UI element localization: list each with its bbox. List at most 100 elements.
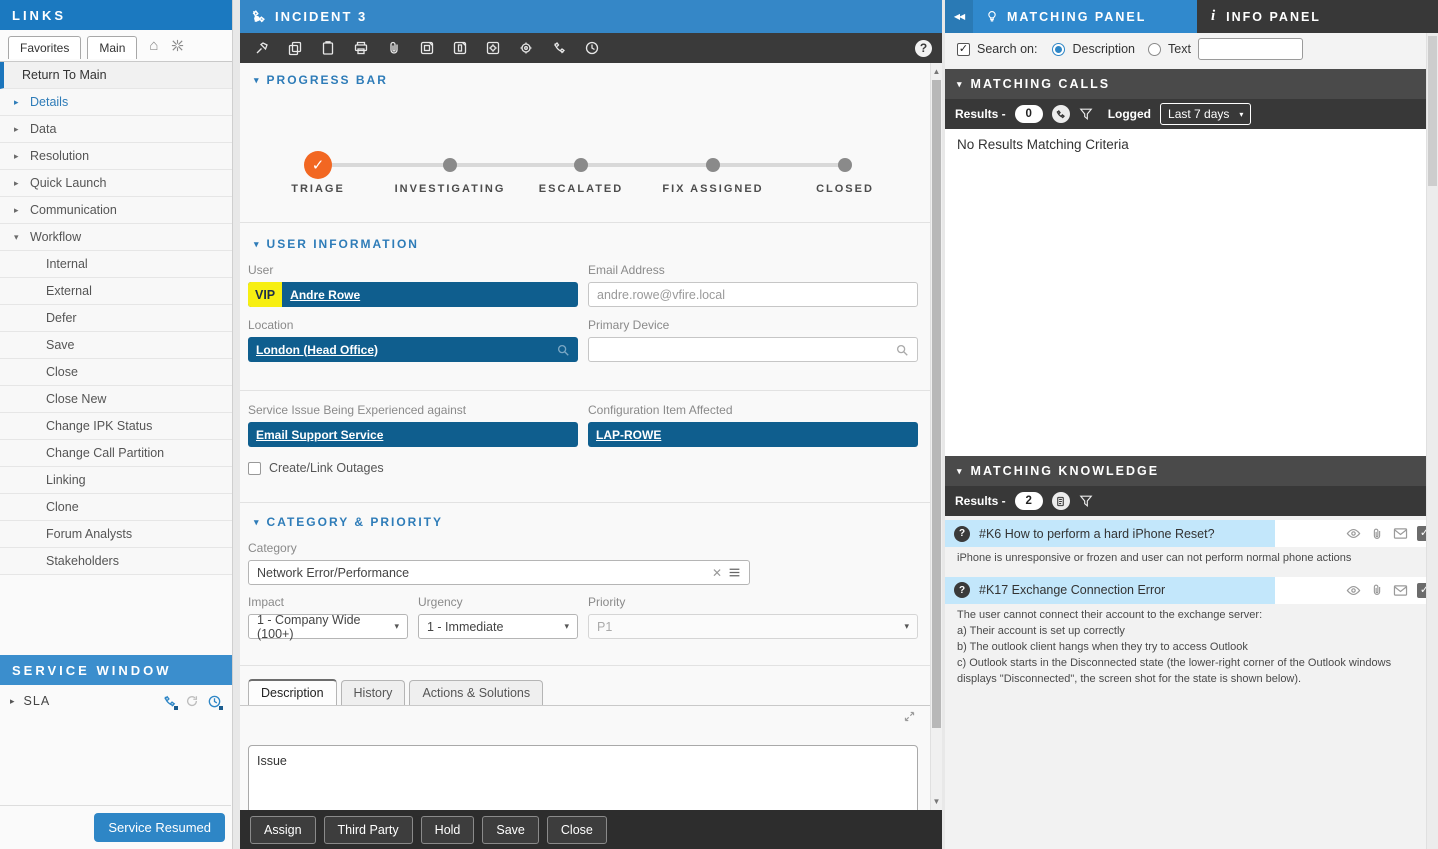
scrollbar-thumb[interactable] (932, 80, 941, 728)
sidebar-item-clone[interactable]: Clone (0, 494, 232, 521)
location-link[interactable]: London (Head Office) (256, 343, 378, 357)
config-item-field[interactable]: LAP-ROWE (588, 422, 918, 447)
tab-actions-solutions[interactable]: Actions & Solutions (409, 680, 543, 705)
user-link[interactable]: Andre Rowe (290, 288, 360, 302)
save-button[interactable]: Save (482, 816, 539, 844)
tab-info-panel[interactable]: i INFO PANEL (1197, 0, 1438, 33)
sidebar-item-close-new[interactable]: Close New (0, 386, 232, 413)
sidebar-item-resolution[interactable]: ▸Resolution (0, 143, 232, 170)
sidebar-item-quick-launch[interactable]: ▸Quick Launch (0, 170, 232, 197)
help-icon[interactable]: ? (915, 40, 932, 57)
search-icon[interactable] (895, 343, 909, 357)
eye-icon[interactable] (1346, 526, 1361, 541)
email-field[interactable] (588, 282, 918, 307)
knowledge-title[interactable]: #K17 Exchange Connection Error (979, 583, 1165, 597)
phone-icon[interactable] (162, 694, 177, 709)
sidebar-item-close[interactable]: Close (0, 359, 232, 386)
clipboard-icon[interactable] (316, 36, 340, 60)
description-textarea[interactable]: Issue (248, 745, 918, 810)
user-field[interactable]: VIP Andre Rowe (248, 282, 578, 307)
clock-icon[interactable] (207, 694, 222, 709)
sidebar-item-data[interactable]: ▸Data (0, 116, 232, 143)
service-issue-field[interactable]: Email Support Service (248, 422, 578, 447)
phone-link-icon[interactable] (547, 36, 571, 60)
sidebar-item-internal[interactable]: Internal (0, 251, 232, 278)
primary-device-field[interactable] (588, 337, 918, 362)
filter-icon[interactable] (1079, 107, 1093, 121)
copy-icon[interactable] (283, 36, 307, 60)
category-section-header[interactable]: ▾ CATEGORY & PRIORITY (240, 503, 930, 541)
eye-icon[interactable] (1346, 583, 1361, 598)
impact-select[interactable]: 1 - Company Wide (100+) ▾ (248, 614, 408, 639)
logged-select[interactable]: Last 7 days ▾ (1160, 103, 1251, 125)
sidebar-item-change-ipk-status[interactable]: Change IPK Status (0, 413, 232, 440)
matching-calls-header[interactable]: ▾ MATCHING CALLS (945, 69, 1438, 99)
sidebar-item-change-call-partition[interactable]: Change Call Partition (0, 440, 232, 467)
home-icon[interactable]: ⌂ (149, 38, 158, 53)
settings-box-icon[interactable] (481, 36, 505, 60)
mail-icon[interactable] (1393, 527, 1408, 540)
scroll-down-icon[interactable]: ▼ (931, 797, 942, 806)
incident-scrollbar[interactable]: ▲ ▼ (930, 63, 942, 810)
sidebar-item-linking[interactable]: Linking (0, 467, 232, 494)
tab-description[interactable]: Description (248, 679, 337, 705)
save-record-icon[interactable] (415, 36, 439, 60)
sidebar-item-workflow[interactable]: ▾Workflow (0, 224, 232, 251)
service-resumed-button[interactable]: Service Resumed (94, 813, 225, 842)
clear-icon[interactable]: ✕ (712, 566, 722, 580)
urgency-select[interactable]: 1 - Immediate ▾ (418, 614, 578, 639)
tab-matching-panel[interactable]: MATCHING PANEL (973, 0, 1197, 33)
user-info-section-header[interactable]: ▾ USER INFORMATION (240, 223, 930, 263)
service-issue-link[interactable]: Email Support Service (256, 428, 383, 442)
search-icon[interactable] (556, 343, 570, 357)
radio-description[interactable] (1052, 43, 1065, 56)
attachment-icon[interactable] (382, 36, 406, 60)
search-on-checkbox[interactable]: ✓ (957, 43, 970, 56)
refresh-icon[interactable] (185, 694, 199, 708)
knowledge-item[interactable]: ? #K6 How to perform a hard iPhone Reset… (945, 520, 1438, 547)
sidebar-item-return-to-main[interactable]: Return To Main (0, 62, 232, 89)
location-field[interactable]: London (Head Office) (248, 337, 578, 362)
phone-icon[interactable] (1052, 105, 1070, 123)
expand-icon[interactable] (903, 710, 916, 723)
scroll-up-icon[interactable]: ▲ (931, 67, 942, 76)
radio-text[interactable] (1148, 43, 1161, 56)
print-icon[interactable] (349, 36, 373, 60)
attachment-icon[interactable] (1370, 583, 1384, 597)
filter-icon[interactable] (1079, 494, 1093, 508)
category-field[interactable]: Network Error/Performance ✕ (248, 560, 750, 585)
knowledge-item[interactable]: ? #K17 Exchange Connection Error ✓ (945, 577, 1438, 604)
outages-checkbox[interactable] (248, 462, 261, 475)
sidebar-item-stakeholders[interactable]: Stakeholders (0, 548, 232, 575)
attachment-icon[interactable] (1370, 527, 1384, 541)
pin-icon[interactable] (250, 36, 274, 60)
hold-button[interactable]: Hold (421, 816, 475, 844)
sidebar-item-external[interactable]: External (0, 278, 232, 305)
tab-main[interactable]: Main (87, 36, 137, 59)
mail-icon[interactable] (1393, 584, 1408, 597)
close-button[interactable]: Close (547, 816, 607, 844)
knowledge-title[interactable]: #K6 How to perform a hard iPhone Reset? (979, 527, 1215, 541)
scrollbar-thumb[interactable] (1428, 36, 1437, 186)
assign-button[interactable]: Assign (250, 816, 316, 844)
config-item-link[interactable]: LAP-ROWE (596, 428, 661, 442)
collapse-all-icon[interactable] (170, 38, 185, 53)
collapse-panel-button[interactable]: ◀◀ (945, 0, 973, 33)
progress-section-header[interactable]: ▾ PROGRESS BAR (240, 63, 930, 87)
matching-knowledge-header[interactable]: ▾ MATCHING KNOWLEDGE (945, 456, 1438, 486)
third-party-button[interactable]: Third Party (324, 816, 413, 844)
match-search-input[interactable] (1198, 38, 1303, 60)
sidebar-item-forum-analysts[interactable]: Forum Analysts (0, 521, 232, 548)
tab-favorites[interactable]: Favorites (8, 36, 81, 59)
right-panel-scrollbar[interactable] (1426, 33, 1438, 849)
sidebar-item-communication[interactable]: ▸Communication (0, 197, 232, 224)
tab-history[interactable]: History (341, 680, 406, 705)
sidebar-item-details[interactable]: ▸Details (0, 89, 232, 116)
sidebar-item-save[interactable]: Save (0, 332, 232, 359)
menu-icon[interactable] (728, 566, 741, 579)
sidebar-item-defer[interactable]: Defer (0, 305, 232, 332)
book-icon[interactable] (1052, 492, 1070, 510)
sla-row[interactable]: ▸ SLA (0, 686, 232, 716)
gear-icon[interactable] (514, 36, 538, 60)
clock-icon[interactable] (580, 36, 604, 60)
